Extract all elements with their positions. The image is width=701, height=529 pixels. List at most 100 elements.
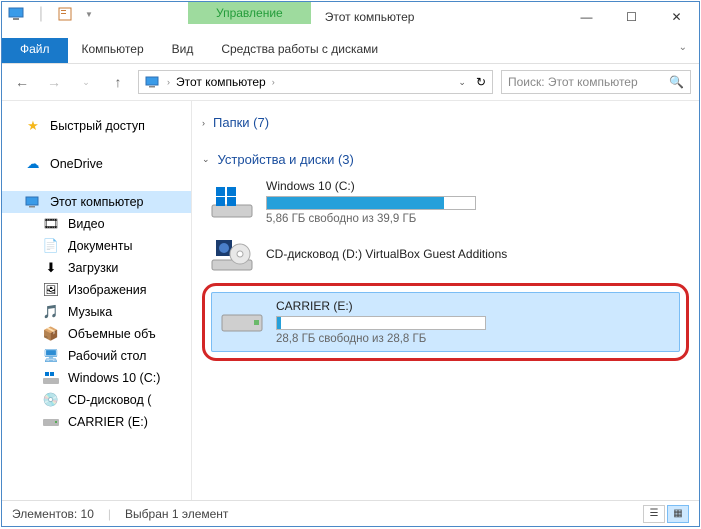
properties-icon[interactable] [56, 6, 74, 22]
content-area[interactable]: › Папки (7) ⌄ Устройства и диски (3) Win… [192, 101, 699, 500]
disc-icon: 💿 [42, 392, 60, 408]
window-title: Этот компьютер [311, 2, 429, 32]
video-icon: 🎞 [42, 216, 60, 232]
qat-separator: | [32, 6, 50, 22]
monitor-icon [24, 194, 42, 210]
address-bar-row: ← → ⌄ ↑ › Этот компьютер › ⌄ ↻ Поиск: Эт… [2, 64, 699, 101]
star-icon: ★ [24, 118, 42, 134]
nav-label: Этот компьютер [50, 195, 143, 209]
nav-label: Быстрый доступ [50, 119, 145, 133]
chevron-right-icon: › [167, 77, 170, 87]
drive-name: Windows 10 (C:) [266, 179, 681, 193]
tiles-view-button[interactable]: ▦ [667, 505, 689, 523]
group-label: Папки (7) [213, 115, 269, 130]
nav-drive-d[interactable]: 💿 CD-дисковод ( [2, 389, 191, 411]
nav-label: CD-дисковод ( [68, 393, 151, 407]
nav-this-pc[interactable]: Этот компьютер [2, 191, 191, 213]
nav-videos[interactable]: 🎞 Видео [2, 213, 191, 235]
address-dropdown-icon[interactable]: ⌄ [458, 77, 466, 88]
nav-onedrive[interactable]: ☁ OneDrive [2, 153, 191, 175]
drive-item-c[interactable]: Windows 10 (C:) 5,86 ГБ свободно из 39,9… [202, 173, 689, 231]
drive-icon [210, 184, 254, 220]
group-label: Устройства и диски (3) [218, 152, 354, 167]
back-button[interactable]: ← [10, 70, 34, 94]
tab-drive-tools[interactable]: Средства работы с дисками [207, 38, 392, 63]
file-tab[interactable]: Файл [2, 38, 68, 63]
drive-info: Windows 10 (C:) 5,86 ГБ свободно из 39,9… [266, 179, 681, 225]
nav-drive-e[interactable]: CARRIER (E:) [2, 411, 191, 433]
nav-label: Документы [68, 239, 132, 253]
forward-button[interactable]: → [42, 70, 66, 94]
up-button[interactable]: ↑ [106, 70, 130, 94]
monitor-icon [145, 76, 161, 88]
nav-label: CARRIER (E:) [68, 415, 148, 429]
window-controls: — ☐ ✕ [564, 2, 699, 32]
navigation-pane[interactable]: ★ Быстрый доступ ☁ OneDrive Этот компьют… [2, 101, 192, 500]
titlebar: | ▼ Управление Этот компьютер — ☐ ✕ [2, 2, 699, 38]
desktop-icon: 🖥 [42, 348, 60, 364]
drive-icon [220, 304, 264, 340]
download-icon: ⬇ [42, 260, 60, 276]
contextual-tab-header: Управление [188, 2, 311, 24]
cube-icon: 📦 [42, 326, 60, 342]
drive-info: CARRIER (E:) 28,8 ГБ свободно из 28,8 ГБ [276, 299, 671, 345]
nav-label: Видео [68, 217, 105, 231]
drive-icon [42, 370, 60, 386]
nav-pictures[interactable]: 🖼 Изображения [2, 279, 191, 301]
drive-name: CD-дисковод (D:) VirtualBox Guest Additi… [266, 247, 681, 261]
chevron-right-icon[interactable]: › [272, 77, 275, 87]
search-placeholder: Поиск: Этот компьютер [508, 75, 638, 89]
nav-documents[interactable]: 📄 Документы [2, 235, 191, 257]
close-button[interactable]: ✕ [654, 2, 699, 32]
ribbon-expand-icon[interactable]: ⌄ [667, 38, 699, 63]
tab-computer[interactable]: Компьютер [68, 38, 158, 63]
maximize-button[interactable]: ☐ [609, 2, 654, 32]
devices-group-header[interactable]: ⌄ Устройства и диски (3) [202, 146, 689, 173]
quick-access-toolbar: | ▼ [2, 2, 104, 26]
drive-usage-bar [266, 196, 476, 210]
cloud-icon: ☁ [24, 156, 42, 172]
nav-music[interactable]: 🎵 Музыка [2, 301, 191, 323]
nav-3d-objects[interactable]: 📦 Объемные объ [2, 323, 191, 345]
tab-view[interactable]: Вид [158, 38, 208, 63]
pictures-icon: 🖼 [42, 282, 60, 298]
body: ★ Быстрый доступ ☁ OneDrive Этот компьют… [2, 101, 699, 500]
drive-free-text: 28,8 ГБ свободно из 28,8 ГБ [276, 333, 671, 345]
drive-item-e[interactable]: CARRIER (E:) 28,8 ГБ свободно из 28,8 ГБ [211, 292, 680, 352]
search-icon: 🔍 [669, 75, 684, 89]
address-bar[interactable]: › Этот компьютер › ⌄ ↻ [138, 70, 493, 94]
breadcrumb-this-pc[interactable]: Этот компьютер [176, 75, 266, 89]
nav-quick-access[interactable]: ★ Быстрый доступ [2, 115, 191, 137]
chevron-down-icon: ⌄ [202, 154, 210, 165]
nav-drive-c[interactable]: Windows 10 (C:) [2, 367, 191, 389]
search-input[interactable]: Поиск: Этот компьютер 🔍 [501, 70, 691, 94]
highlight-annotation: CARRIER (E:) 28,8 ГБ свободно из 28,8 ГБ [202, 283, 689, 361]
nav-desktop[interactable]: 🖥 Рабочий стол [2, 345, 191, 367]
nav-label: Windows 10 (C:) [68, 371, 160, 385]
refresh-icon[interactable]: ↻ [476, 75, 486, 89]
nav-label: Рабочий стол [68, 349, 146, 363]
details-view-button[interactable]: ☰ [643, 505, 665, 523]
drive-name: CARRIER (E:) [276, 299, 671, 313]
drive-free-text: 5,86 ГБ свободно из 39,9 ГБ [266, 213, 681, 225]
folders-group-header[interactable]: › Папки (7) [202, 109, 689, 136]
drive-usage-bar [276, 316, 486, 330]
disc-drive-icon [210, 237, 254, 273]
separator: | [108, 507, 111, 521]
music-icon: 🎵 [42, 304, 60, 320]
ribbon-tabs: Файл Компьютер Вид Средства работы с дис… [2, 38, 699, 64]
status-elements-count: Элементов: 10 [12, 507, 94, 521]
document-icon: 📄 [42, 238, 60, 254]
drive-item-d[interactable]: CD-дисковод (D:) VirtualBox Guest Additi… [202, 231, 689, 279]
nav-label: Объемные объ [68, 327, 156, 341]
drive-info: CD-дисковод (D:) VirtualBox Guest Additi… [266, 247, 681, 264]
nav-downloads[interactable]: ⬇ Загрузки [2, 257, 191, 279]
status-selection: Выбран 1 элемент [125, 507, 228, 521]
explorer-window: | ▼ Управление Этот компьютер — ☐ ✕ Файл… [1, 1, 700, 527]
minimize-button[interactable]: — [564, 2, 609, 32]
qat-dropdown-icon[interactable]: ▼ [80, 6, 98, 22]
recent-dropdown[interactable]: ⌄ [74, 70, 98, 94]
chevron-right-icon: › [202, 118, 205, 128]
monitor-icon [8, 6, 26, 22]
nav-label: OneDrive [50, 157, 103, 171]
